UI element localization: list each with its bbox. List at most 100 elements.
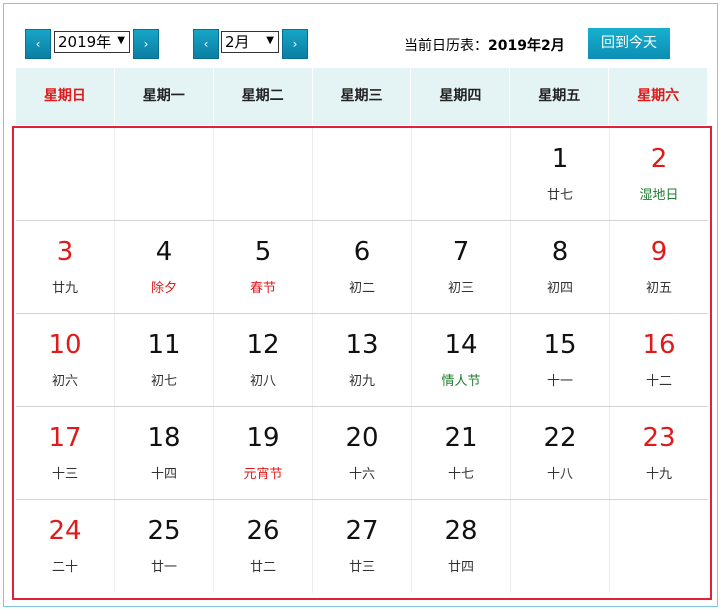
day-number: 26 — [246, 516, 280, 546]
next-year-button[interactable]: › — [133, 29, 159, 59]
back-to-today-button[interactable]: 回到今天 — [588, 28, 670, 59]
day-number: 21 — [444, 423, 478, 453]
day-number: 19 — [246, 423, 280, 453]
day-cell[interactable]: 23 十九 — [610, 407, 708, 499]
day-cell[interactable]: 19 元宵节 — [214, 407, 313, 499]
day-cell[interactable]: 25 廿一 — [115, 500, 214, 593]
lunar-date: 十二 — [645, 374, 672, 389]
day-number: 8 — [551, 237, 569, 267]
day-cell[interactable]: 1 廿七 — [511, 128, 610, 220]
lunar-date: 廿三 — [348, 560, 375, 575]
lunar-date: 廿四 — [447, 560, 474, 575]
lunar-date: 初六 — [51, 374, 78, 389]
day-cell[interactable]: 24 二十 — [16, 500, 115, 593]
day-cell[interactable]: 11 初七 — [115, 314, 214, 406]
lunar-date: 初九 — [348, 374, 375, 389]
day-cell[interactable]: 17 十三 — [16, 407, 115, 499]
calendar-widget: ‹ 2019年 ▼ › ‹ 2月 ▼ › 当前日历表：2019年2月 回到今天 … — [3, 3, 718, 607]
day-cell[interactable]: 15 十一 — [511, 314, 610, 406]
lunar-date: 初八 — [249, 374, 276, 389]
lunar-date: 湿地日 — [639, 188, 679, 203]
day-number: 16 — [642, 330, 676, 360]
year-select[interactable]: 2019年 ▼ — [54, 31, 130, 53]
dropdown-arrow-icon: ▼ — [266, 35, 274, 46]
day-cell[interactable]: 10 初六 — [16, 314, 115, 406]
calendar-toolbar: ‹ 2019年 ▼ › ‹ 2月 ▼ › 当前日历表：2019年2月 回到今天 — [4, 4, 717, 68]
day-number: 22 — [543, 423, 577, 453]
day-cell[interactable]: 6 初二 — [313, 221, 412, 313]
prev-month-button[interactable]: ‹ — [193, 29, 219, 59]
day-cell[interactable]: 7 初三 — [412, 221, 511, 313]
day-number: 13 — [345, 330, 379, 360]
day-cell[interactable]: 2 湿地日 — [610, 128, 708, 220]
lunar-date: 十八 — [546, 467, 573, 482]
lunar-date: 十九 — [645, 467, 672, 482]
day-cell[interactable]: 22 十八 — [511, 407, 610, 499]
weekday-tuesday: 星期二 — [214, 68, 313, 125]
day-number: 15 — [543, 330, 577, 360]
day-cell[interactable]: 14 情人节 — [412, 314, 511, 406]
day-cell[interactable]: 18 十四 — [115, 407, 214, 499]
day-number: 3 — [56, 237, 74, 267]
empty-day-cell — [16, 128, 115, 220]
lunar-date: 廿九 — [51, 281, 78, 296]
day-number: 28 — [444, 516, 478, 546]
weekday-monday: 星期一 — [115, 68, 214, 125]
calendar-week-row: 24 二十 25 廿一 26 廿二 27 廿三 28 廿四 — [16, 500, 708, 593]
lunar-date: 十七 — [447, 467, 474, 482]
day-cell[interactable]: 3 廿九 — [16, 221, 115, 313]
day-number: 1 — [551, 144, 569, 174]
day-number: 25 — [147, 516, 181, 546]
day-cell[interactable]: 21 十七 — [412, 407, 511, 499]
empty-day-cell — [214, 128, 313, 220]
month-select[interactable]: 2月 ▼ — [221, 31, 279, 53]
lunar-date: 初三 — [447, 281, 474, 296]
day-number: 11 — [147, 330, 181, 360]
day-cell[interactable]: 4 除夕 — [115, 221, 214, 313]
day-number: 6 — [353, 237, 371, 267]
current-calendar-value: 2019年2月 — [488, 38, 565, 54]
day-number: 27 — [345, 516, 379, 546]
day-cell[interactable]: 20 十六 — [313, 407, 412, 499]
day-number: 20 — [345, 423, 379, 453]
calendar-week-row: 1 廿七 2 湿地日 — [16, 128, 708, 221]
lunar-date: 十三 — [51, 467, 78, 482]
day-cell[interactable]: 28 廿四 — [412, 500, 511, 593]
calendar-grid: 1 廿七 2 湿地日 3 廿九 4 除夕 5 春节 6 初二 7 初三 8 初四 9 初五 10 初六 11 初七 12 初八… — [12, 126, 712, 600]
day-number: 24 — [48, 516, 82, 546]
day-cell[interactable]: 5 春节 — [214, 221, 313, 313]
day-cell[interactable]: 9 初五 — [610, 221, 708, 313]
lunar-date: 春节 — [249, 281, 276, 296]
weekday-wednesday: 星期三 — [313, 68, 412, 125]
dropdown-arrow-icon: ▼ — [117, 35, 125, 46]
weekday-saturday: 星期六 — [609, 68, 709, 125]
next-month-button[interactable]: › — [282, 29, 308, 59]
day-cell[interactable]: 27 廿三 — [313, 500, 412, 593]
day-cell[interactable]: 26 廿二 — [214, 500, 313, 593]
empty-day-cell — [115, 128, 214, 220]
lunar-date: 除夕 — [150, 281, 177, 296]
weekday-sunday: 星期日 — [16, 68, 115, 125]
calendar-week-row: 10 初六 11 初七 12 初八 13 初九 14 情人节 15 十一 16 十二 — [16, 314, 708, 407]
day-cell[interactable]: 13 初九 — [313, 314, 412, 406]
day-cell[interactable]: 12 初八 — [214, 314, 313, 406]
prev-year-button[interactable]: ‹ — [25, 29, 51, 59]
calendar-week-row: 3 廿九 4 除夕 5 春节 6 初二 7 初三 8 初四 9 初五 — [16, 221, 708, 314]
month-select-value: 2月 — [225, 33, 250, 51]
day-cell[interactable]: 16 十二 — [610, 314, 708, 406]
lunar-date: 二十 — [51, 560, 78, 575]
weekday-header: 星期日 星期一 星期二 星期三 星期四 星期五 星期六 — [16, 68, 709, 125]
day-number: 9 — [650, 237, 668, 267]
lunar-date: 廿二 — [249, 560, 276, 575]
day-cell[interactable]: 8 初四 — [511, 221, 610, 313]
lunar-date: 廿一 — [150, 560, 177, 575]
empty-day-cell — [610, 500, 708, 593]
day-number: 4 — [155, 237, 173, 267]
lunar-date: 情人节 — [441, 374, 481, 389]
empty-day-cell — [511, 500, 610, 593]
lunar-date: 元宵节 — [243, 467, 283, 482]
lunar-date: 初七 — [150, 374, 177, 389]
weekday-thursday: 星期四 — [411, 68, 511, 125]
empty-day-cell — [313, 128, 412, 220]
lunar-date: 廿七 — [546, 188, 573, 203]
